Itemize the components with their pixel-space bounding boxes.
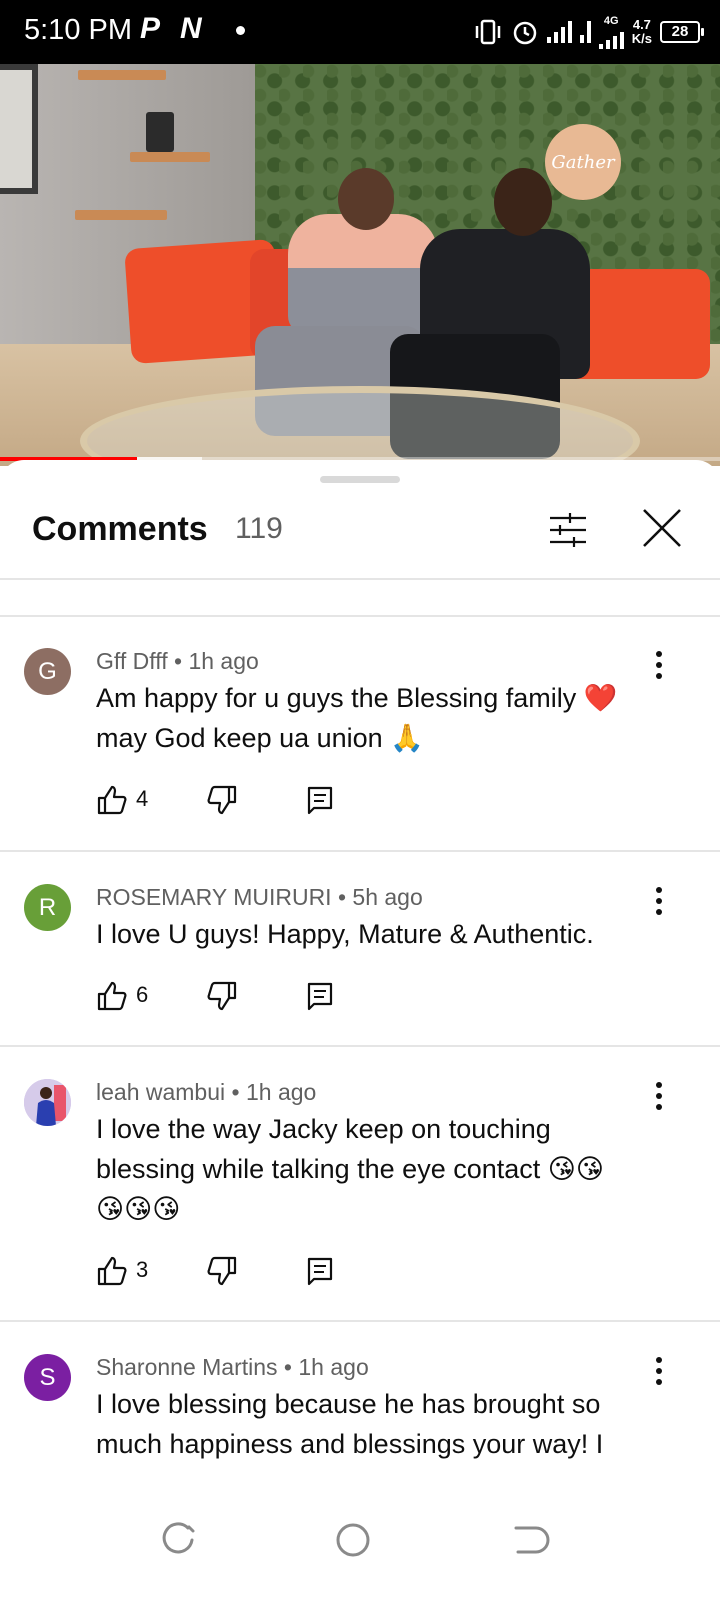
comment-actions: 3 bbox=[96, 1255, 356, 1289]
sliders-icon[interactable] bbox=[548, 510, 588, 550]
drag-handle[interactable] bbox=[320, 476, 400, 483]
more-vert-icon[interactable] bbox=[653, 1081, 665, 1111]
battery-level: 28 bbox=[671, 23, 689, 40]
status-time: 5:10 PM bbox=[24, 14, 132, 46]
recents-icon[interactable] bbox=[158, 1520, 198, 1560]
comment-text-line: I love U guys! Happy, Mature & Authentic… bbox=[96, 919, 594, 949]
comment-time: 5h ago bbox=[352, 884, 423, 910]
comment-time: 1h ago bbox=[245, 1079, 317, 1105]
comment-text-line: Am happy for u guys the Blessing family … bbox=[96, 683, 618, 713]
avatar[interactable] bbox=[24, 1079, 71, 1126]
comment-text: I love blessing because he has brought s… bbox=[96, 1384, 656, 1464]
comment-text: I love U guys! Happy, Mature & Authentic… bbox=[96, 914, 656, 954]
avatar[interactable]: R bbox=[24, 884, 71, 931]
more-vert-icon[interactable] bbox=[653, 886, 665, 916]
like-count: 6 bbox=[136, 982, 149, 1007]
comment-meta: leah wambui • 1h ago bbox=[96, 1079, 317, 1105]
battery-icon: 28 bbox=[660, 21, 704, 43]
comment-author[interactable]: ROSEMARY MUIRURI bbox=[96, 884, 332, 910]
dislike-icon[interactable] bbox=[206, 784, 238, 816]
comment-text-line: 😘😘😘 bbox=[96, 1194, 181, 1224]
video-scene-vase bbox=[146, 112, 174, 152]
comment-text: Am happy for u guys the Blessing family … bbox=[96, 678, 656, 758]
comment-author[interactable]: leah wambui bbox=[96, 1079, 225, 1105]
comment-actions: 4 bbox=[96, 784, 356, 818]
like-icon[interactable] bbox=[96, 1255, 128, 1287]
like-icon[interactable] bbox=[96, 784, 128, 816]
status-indicators: 4G 4.7 K/s 28 bbox=[473, 12, 704, 52]
system-nav-bar bbox=[0, 1480, 720, 1600]
avatar[interactable]: G bbox=[24, 648, 71, 695]
comment-text-line: much happiness and blessings your way! I bbox=[96, 1429, 604, 1459]
dislike-icon[interactable] bbox=[206, 980, 238, 1012]
comment-actions: 6 bbox=[96, 980, 356, 1014]
video-player[interactable]: Gather bbox=[0, 64, 720, 466]
signal-strength-2-icon bbox=[579, 21, 591, 43]
video-scene-sign: Gather bbox=[545, 124, 621, 200]
mobile-data-icon bbox=[598, 27, 624, 49]
divider bbox=[0, 578, 720, 580]
comment-meta: ROSEMARY MUIRURI • 5h ago bbox=[96, 884, 423, 910]
vibrate-icon bbox=[475, 19, 501, 45]
news-notification-icon: N bbox=[180, 12, 202, 45]
video-scene-person bbox=[288, 214, 438, 334]
comment-author[interactable]: Sharonne Martins bbox=[96, 1354, 278, 1380]
comment-item: S Sharonne Martins • 1h ago I love bless… bbox=[0, 1322, 720, 1480]
reply-icon[interactable] bbox=[304, 1255, 336, 1287]
speed-unit: K/s bbox=[631, 31, 652, 46]
comment-meta: Sharonne Martins • 1h ago bbox=[96, 1354, 369, 1380]
more-vert-icon[interactable] bbox=[653, 1356, 665, 1386]
comment-time: 1h ago bbox=[188, 648, 259, 674]
comment-text-line: I love blessing because he has brought s… bbox=[96, 1389, 601, 1419]
home-icon[interactable] bbox=[333, 1520, 373, 1560]
app-notification-icon: P bbox=[140, 12, 161, 45]
back-icon[interactable] bbox=[510, 1520, 550, 1560]
reply-icon[interactable] bbox=[304, 784, 336, 816]
comment-text: I love the way Jacky keep on touching bl… bbox=[96, 1109, 656, 1229]
video-scene-shelf bbox=[78, 70, 166, 80]
reply-icon[interactable] bbox=[304, 980, 336, 1012]
like-count: 3 bbox=[136, 1257, 149, 1282]
avatar-photo bbox=[24, 1079, 71, 1126]
comment-text-line: I love the way Jacky keep on touching bbox=[96, 1114, 551, 1144]
comment-count: 119 bbox=[235, 512, 283, 545]
video-scene-shelf bbox=[75, 210, 167, 220]
video-scene-head bbox=[494, 168, 552, 236]
signal-strength-icon bbox=[546, 21, 572, 43]
comment-text-line: may God keep ua union 🙏 bbox=[96, 723, 424, 753]
video-scene-shelf bbox=[130, 152, 210, 162]
comment-time: 1h ago bbox=[298, 1354, 369, 1380]
more-notifications-icon bbox=[236, 26, 245, 35]
network-indicator: 4G bbox=[598, 15, 624, 49]
comments-panel: Comments 119 G Gff Dfff • 1h ago Am happ… bbox=[0, 460, 720, 1480]
avatar[interactable]: S bbox=[24, 1354, 71, 1401]
video-scene-frame bbox=[0, 64, 38, 194]
comment-author[interactable]: Gff Dfff bbox=[96, 648, 168, 674]
like-count: 4 bbox=[136, 786, 149, 811]
comment-item: leah wambui • 1h ago I love the way Jack… bbox=[0, 1047, 720, 1321]
alarm-icon bbox=[513, 21, 537, 45]
network-speed: 4.7 K/s bbox=[632, 18, 652, 46]
network-type: 4G bbox=[603, 15, 619, 27]
status-bar: 5:10 PM P N 4G 4.7 K/s 28 bbox=[0, 0, 720, 64]
like-icon[interactable] bbox=[96, 980, 128, 1012]
speed-value: 4.7 bbox=[632, 17, 651, 32]
video-scene-head bbox=[338, 168, 394, 230]
close-icon[interactable] bbox=[640, 506, 684, 550]
comment-item: R ROSEMARY MUIRURI • 5h ago I love U guy… bbox=[0, 852, 720, 1046]
panel-title: Comments bbox=[32, 510, 208, 548]
comment-text-line: blessing while talking the eye contact 😘… bbox=[96, 1154, 605, 1184]
comment-item: G Gff Dfff • 1h ago Am happy for u guys … bbox=[0, 616, 720, 852]
more-vert-icon[interactable] bbox=[653, 650, 665, 680]
dislike-icon[interactable] bbox=[206, 1255, 238, 1287]
comment-meta: Gff Dfff • 1h ago bbox=[96, 648, 259, 674]
